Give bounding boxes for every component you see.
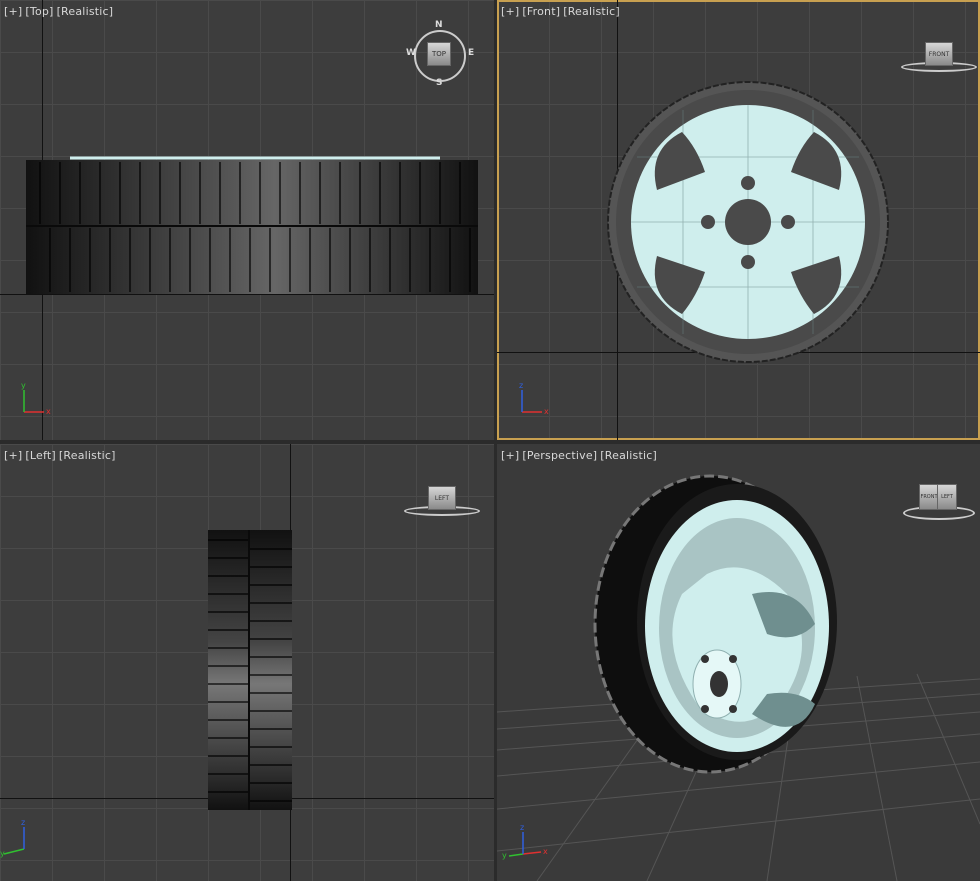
axis-tripod-front: x z xyxy=(519,381,549,416)
svg-text:y: y xyxy=(502,851,507,860)
svg-text:z: z xyxy=(520,823,524,832)
viewport-left[interactable]: [+] [Left] [Realistic] LEFT y z xyxy=(0,444,494,881)
svg-text:y: y xyxy=(0,849,5,858)
svg-text:x: x xyxy=(543,847,548,856)
svg-text:y: y xyxy=(21,381,26,390)
svg-text:x: x xyxy=(544,407,549,416)
viewport-perspective[interactable]: [+] [Perspective] [Realistic] FRONT LEFT x… xyxy=(497,444,980,881)
svg-text:z: z xyxy=(21,818,25,827)
svg-text:z: z xyxy=(519,381,523,390)
axis-tripod-left: y z xyxy=(0,818,25,858)
viewport-top[interactable]: [+] [Top] [Realistic] TOP N S E W x y xyxy=(0,0,494,440)
axis-tripod-perspective: x y z xyxy=(502,823,548,860)
viewport-front[interactable]: [+] [Front] [Realistic] FRONT x z xyxy=(497,0,980,440)
svg-text:x: x xyxy=(46,407,51,416)
axis-tripod-top: x y xyxy=(21,381,51,416)
